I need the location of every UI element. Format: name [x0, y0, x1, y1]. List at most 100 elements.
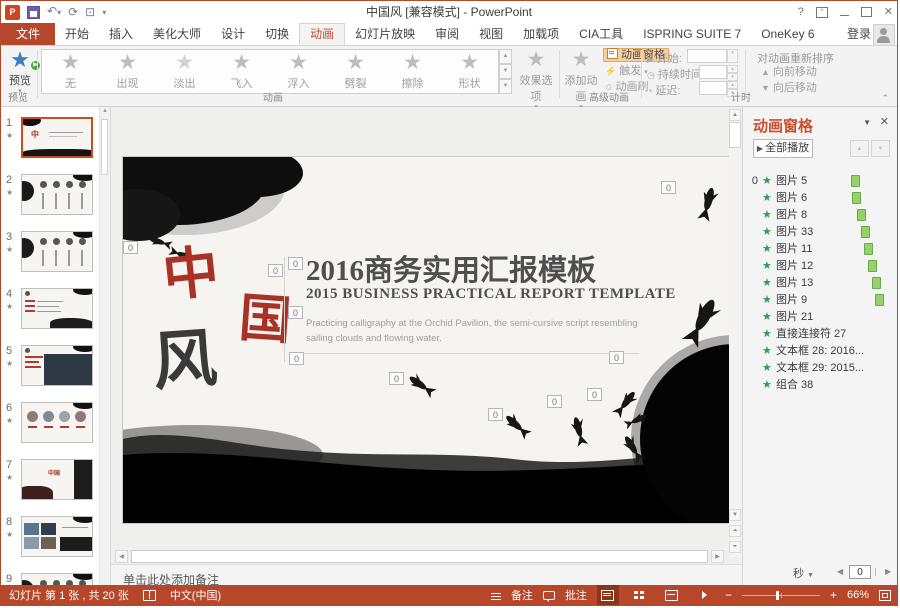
animation-sequence-badge[interactable]: 0 [587, 388, 602, 401]
animation-sequence-badge[interactable]: 0 [289, 352, 304, 365]
tab-home[interactable]: 开始 [55, 23, 99, 45]
animation-split[interactable]: ★ 劈裂 [327, 50, 384, 93]
move-earlier-button[interactable]: ▲ 向前移动 [761, 65, 817, 80]
normal-view-button[interactable] [596, 585, 619, 605]
timeline-bar[interactable] [872, 277, 881, 289]
animation-item-row[interactable]: ★ 图片 11 [743, 241, 897, 258]
spellcheck-icon[interactable] [142, 589, 156, 601]
vertical-scrollbar[interactable]: ▲ ▼ ⏶ ⏷ [729, 109, 741, 557]
animation-item-row[interactable]: ★ 图片 8 [743, 207, 897, 224]
help-icon[interactable]: ? [798, 1, 804, 23]
timeline-bar[interactable] [851, 175, 860, 187]
animation-sequence-badge[interactable]: 0 [488, 408, 503, 421]
thumbnail-scroll-up-icon[interactable]: ▲ [100, 108, 110, 114]
slide-canvas[interactable]: 中 国 风 2016商务实用汇报模板 2015 BUSINESS PRACTIC… [123, 157, 736, 523]
previous-slide-button[interactable]: ⏶ [729, 525, 741, 537]
animation-sequence-badge[interactable]: 0 [123, 241, 138, 254]
slide-body-text[interactable]: Practicing calligraphy at the Orchid Pav… [306, 317, 641, 346]
horizontal-scrollbar-thumb[interactable] [131, 550, 708, 563]
thumbnail-scrollbar[interactable]: ▲ [99, 107, 110, 589]
sign-in-link[interactable]: 登录 [847, 23, 871, 45]
notes-toggle[interactable]: 备注 [511, 587, 533, 603]
timeline-bar[interactable] [861, 226, 870, 238]
reading-view-button[interactable] [661, 585, 683, 605]
gallery-scroll-down[interactable]: ▼ [499, 64, 512, 79]
animation-item-row[interactable]: ★ 图片 21 [743, 309, 897, 326]
thumbnail-slide-4[interactable]: 4 ★ [1, 288, 101, 334]
animation-none[interactable]: ★ 无 [42, 50, 99, 93]
animation-item-row[interactable]: ★ 图片 9 [743, 292, 897, 309]
thumbnail-slide-8[interactable]: 8 ★ [1, 516, 101, 562]
slide-title[interactable]: 2016商务实用汇报模板 [306, 247, 746, 289]
timeline-bar[interactable] [857, 209, 866, 221]
tab-slideshow[interactable]: 幻灯片放映 [345, 23, 425, 45]
close-icon[interactable]: ✕ [884, 1, 893, 23]
timeline-zoom-out-icon[interactable]: ◀ [837, 567, 843, 576]
tab-cia-tools[interactable]: CIA工具 [569, 23, 633, 45]
tab-review[interactable]: 审阅 [425, 23, 469, 45]
timeline-bar[interactable] [868, 260, 877, 272]
effect-options-button[interactable]: ★ 效果选项 ▾ [515, 48, 557, 112]
ribbon-display-options-icon[interactable]: ^ [815, 6, 828, 18]
tab-addins[interactable]: 加载项 [513, 23, 569, 45]
comments-toggle[interactable]: 批注 [565, 587, 587, 603]
timeline-bar[interactable] [852, 192, 861, 204]
horizontal-scrollbar[interactable]: ◀ ▶ [115, 550, 724, 563]
pane-move-down-button[interactable]: ▼ [871, 140, 890, 157]
thumbnail-slide-7[interactable]: 7 ★ 中国 [1, 459, 101, 505]
scroll-down-icon[interactable]: ▼ [729, 509, 741, 521]
zoom-in-button[interactable]: + [830, 588, 837, 602]
slideshow-view-button[interactable] [693, 585, 715, 605]
vertical-scrollbar-thumb[interactable] [729, 122, 741, 148]
tab-design[interactable]: 设计 [211, 23, 255, 45]
animation-appear[interactable]: ★ 出现 [99, 50, 156, 93]
thumbnail-slide-3[interactable]: 3 ★ [1, 231, 101, 277]
seconds-dropdown[interactable]: 秒 ▼ [793, 565, 814, 581]
animation-wipe[interactable]: ★ 擦除 [384, 50, 441, 93]
zoom-out-button[interactable]: − [725, 588, 732, 602]
tab-onekey[interactable]: OneKey 6 [751, 23, 824, 45]
next-slide-button[interactable]: ⏷ [729, 541, 741, 553]
scroll-up-icon[interactable]: ▲ [729, 109, 741, 121]
slide-subtitle[interactable]: 2015 BUSINESS PRACTICAL REPORT TEMPLATE [306, 286, 676, 303]
animation-shape[interactable]: ★ 形状 [441, 50, 498, 93]
start-combobox[interactable] [687, 49, 727, 63]
maximize-icon[interactable] [860, 7, 872, 17]
animation-sequence-badge[interactable]: 0 [609, 351, 624, 364]
tab-transitions[interactable]: 切换 [255, 23, 299, 45]
animation-sequence-badge[interactable]: 0 [389, 372, 404, 385]
pane-move-up-button[interactable]: ▲ [850, 140, 869, 157]
animation-sequence-badge[interactable]: 0 [288, 306, 303, 319]
timeline-zoom-in-icon[interactable]: ▶ [885, 567, 891, 576]
timeline-bar[interactable] [875, 294, 884, 306]
animation-sequence-badge[interactable]: 0 [268, 264, 283, 277]
duration-spinner[interactable]: ▴ ▾ [727, 65, 738, 81]
scroll-left-icon[interactable]: ◀ [115, 550, 128, 563]
tab-view[interactable]: 视图 [469, 23, 513, 45]
tab-file[interactable]: 文件 [1, 23, 56, 45]
animation-item-row[interactable]: ★ 文本框 28: 2016... [743, 343, 897, 360]
minimize-icon[interactable] [839, 14, 849, 16]
delay-input[interactable] [699, 81, 727, 95]
thumbnail-slide-5[interactable]: 5 ★ [1, 345, 101, 391]
animation-item-row[interactable]: 0 ★ 图片 5 [743, 173, 897, 190]
calligraphy-zhong[interactable]: 中 [160, 241, 222, 309]
animation-item-row[interactable]: ★ 组合 38 [743, 377, 897, 394]
start-dropdown-arrow[interactable]: ▾ [727, 49, 738, 63]
tab-meihua[interactable]: 美化大师 [143, 23, 211, 45]
animation-item-row[interactable]: ★ 文本框 29: 2015... [743, 360, 897, 377]
pane-close-icon[interactable]: ✕ [880, 115, 889, 128]
zoom-slider-thumb[interactable] [775, 590, 779, 600]
animation-sequence-badge[interactable]: 0 [661, 181, 676, 194]
collapse-ribbon-icon[interactable]: ⌃ [881, 93, 889, 104]
animation-item-row[interactable]: ★ 图片 33 [743, 224, 897, 241]
thumbnail-scrollbar-thumb[interactable] [101, 119, 108, 175]
gallery-scroll-up[interactable]: ▲ [499, 49, 512, 64]
scroll-right-icon[interactable]: ▶ [711, 550, 724, 563]
animation-fade[interactable]: ★ 淡出 [156, 50, 213, 93]
timeline-bar[interactable] [864, 243, 873, 255]
animation-float-in[interactable]: ★ 浮入 [270, 50, 327, 93]
tab-ispring[interactable]: ISPRING SUITE 7 [633, 23, 751, 45]
animation-item-row[interactable]: ★ 图片 6 [743, 190, 897, 207]
fit-slide-to-window-icon[interactable] [879, 589, 891, 601]
